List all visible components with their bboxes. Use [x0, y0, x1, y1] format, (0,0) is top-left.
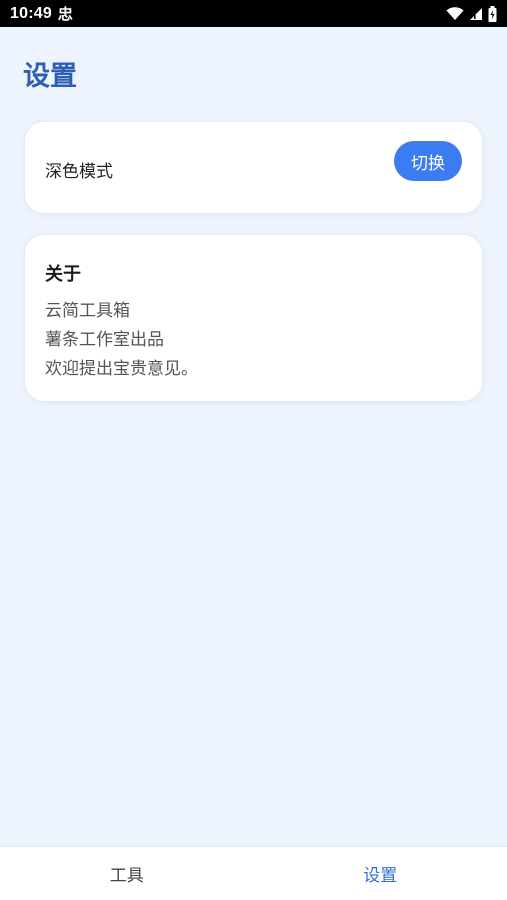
nav-item-tools[interactable]: 工具 — [0, 847, 254, 900]
about-lines: 云简工具箱 薯条工作室出品 欢迎提出宝贵意见。 — [45, 297, 198, 384]
toggle-theme-button[interactable]: 切换 — [394, 141, 462, 181]
dark-mode-card: 深色模式 切换 — [24, 121, 483, 214]
signal-icon — [469, 7, 483, 21]
about-title: 关于 — [45, 264, 81, 285]
status-bar: 10:49 忠 — [0, 0, 507, 27]
notification-icon: 忠 — [57, 5, 73, 23]
battery-icon — [488, 5, 497, 22]
about-feedback: 欢迎提出宝贵意见。 — [45, 359, 198, 379]
about-app-name: 云简工具箱 — [45, 301, 130, 321]
page-title: 设置 — [23, 61, 77, 92]
about-card: 关于 云简工具箱 薯条工作室出品 欢迎提出宝贵意见。 — [24, 234, 483, 402]
wifi-icon — [446, 6, 464, 21]
bottom-nav: 工具 设置 — [0, 846, 507, 900]
status-icons — [446, 5, 497, 22]
status-time: 10:49 — [10, 4, 52, 22]
nav-item-settings[interactable]: 设置 — [254, 847, 507, 900]
about-studio: 薯条工作室出品 — [45, 330, 164, 350]
status-left: 10:49 忠 — [10, 3, 73, 24]
dark-mode-label: 深色模式 — [45, 162, 113, 182]
